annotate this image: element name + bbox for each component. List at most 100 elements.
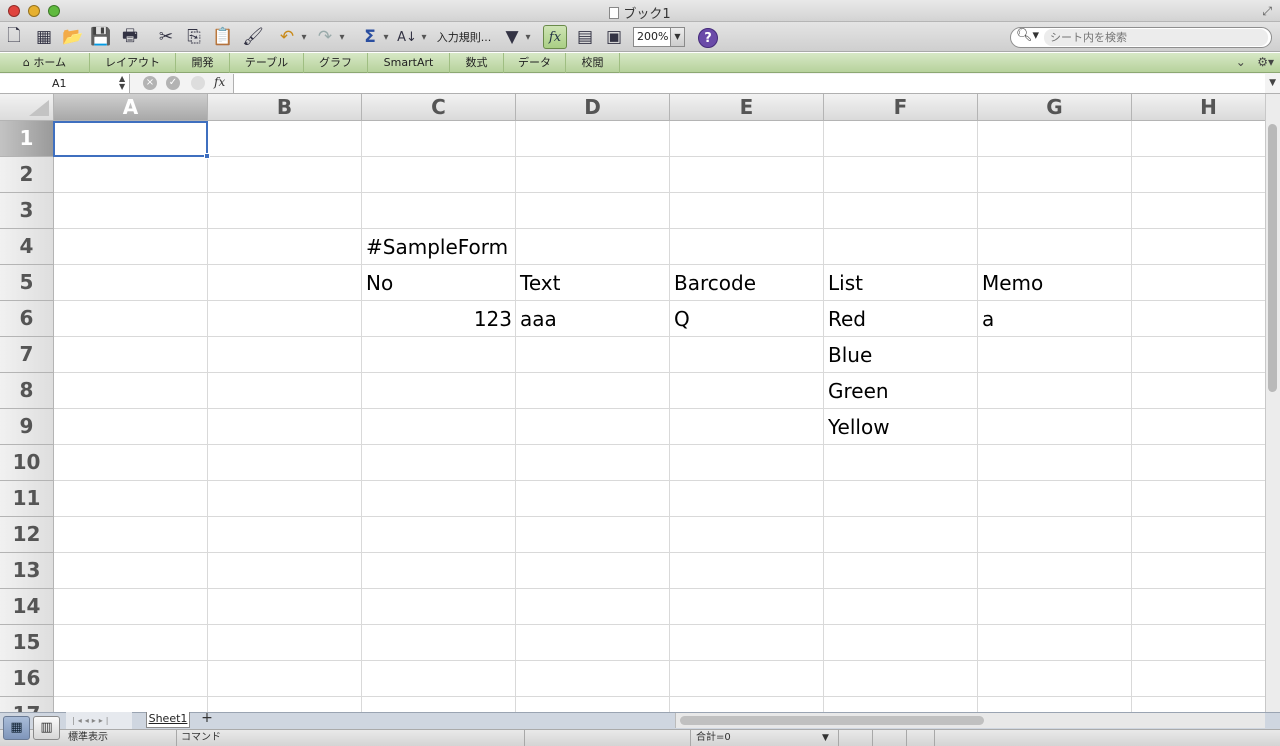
cell-e5[interactable]: Barcode — [670, 265, 760, 300]
column-header-h[interactable]: H — [1132, 94, 1265, 121]
autosum-icon[interactable]: Σ — [360, 25, 380, 49]
sort-icon[interactable]: A↓ — [396, 25, 418, 49]
fill-handle[interactable] — [204, 153, 210, 159]
select-all-button[interactable] — [0, 94, 54, 121]
row-header-7[interactable]: 7 — [0, 337, 54, 373]
redo-dropdown-icon[interactable]: ▾ — [338, 25, 346, 49]
row-header-15[interactable]: 15 — [0, 625, 54, 661]
formula-dropdown-icon[interactable] — [191, 76, 205, 90]
cell-f9[interactable]: Yellow — [824, 409, 894, 444]
cell-e6[interactable]: Q — [670, 301, 694, 336]
cell-g5[interactable]: Memo — [978, 265, 1047, 300]
sum-label[interactable]: 合計=0 — [696, 730, 731, 746]
row-header-17[interactable]: 17 — [0, 697, 54, 712]
copy-icon[interactable]: ⎘ — [183, 25, 205, 49]
formula-expand-icon[interactable]: ▼ — [1269, 78, 1276, 88]
insert-function-button[interactable]: fx — [214, 75, 225, 89]
tab-review[interactable]: 校閲 — [566, 53, 620, 73]
search-icon[interactable]: 🔍︎▾ — [1016, 28, 1039, 43]
cell-f7[interactable]: Blue — [824, 337, 876, 372]
name-box[interactable]: A1 — [0, 74, 130, 93]
column-header-d[interactable]: D — [516, 94, 670, 121]
gear-dropdown-icon[interactable]: ▾ — [1268, 55, 1274, 69]
column-header-a[interactable]: A — [54, 94, 208, 121]
cell-d6[interactable]: aaa — [516, 301, 561, 336]
confirm-entry-icon[interactable]: ✓ — [166, 76, 180, 90]
print-icon[interactable]: 🖶 — [118, 25, 142, 49]
undo-dropdown-icon[interactable]: ▾ — [300, 25, 308, 49]
column-header-c[interactable]: C — [362, 94, 516, 121]
normal-view-button[interactable]: ▦ — [3, 716, 30, 740]
add-sheet-button[interactable]: + — [198, 711, 216, 727]
worksheet-grid[interactable]: A B C D E F G H 1 2 3 4 5 6 7 8 9 10 11 … — [0, 94, 1265, 712]
name-box-stepper-icon[interactable]: ▲ ▼ — [119, 75, 125, 91]
cell-c6[interactable]: 123 — [362, 301, 516, 336]
autosum-dropdown-icon[interactable]: ▾ — [382, 25, 390, 49]
redo-icon[interactable]: ↷ — [314, 25, 336, 49]
cell-d5[interactable]: Text — [516, 265, 564, 300]
tab-developer[interactable]: 開発 — [176, 53, 230, 73]
toolbox-icon[interactable]: ▤ — [574, 25, 596, 49]
row-header-12[interactable]: 12 — [0, 517, 54, 553]
open-icon[interactable]: 📂 — [61, 25, 85, 49]
filter-dropdown-icon[interactable]: ▾ — [524, 25, 532, 49]
tab-tables[interactable]: テーブル — [230, 53, 304, 73]
templates-icon[interactable]: ▦ — [32, 25, 56, 49]
cell-f5[interactable]: List — [824, 265, 867, 300]
sheet-tab-sheet1[interactable]: Sheet1 — [146, 712, 190, 728]
cell-c4[interactable]: #SampleForm — [362, 229, 512, 264]
data-validation-button[interactable]: 入力規則... — [434, 25, 494, 49]
cell-c5[interactable]: No — [362, 265, 397, 300]
column-header-f[interactable]: F — [824, 94, 978, 121]
tab-layout[interactable]: レイアウト — [90, 53, 176, 73]
sort-dropdown-icon[interactable]: ▾ — [420, 25, 428, 49]
help-button[interactable]: ? — [698, 28, 718, 48]
cell-f8[interactable]: Green — [824, 373, 893, 408]
formula-builder-button[interactable]: fx — [543, 25, 567, 49]
zoom-dropdown-icon[interactable]: ▼ — [670, 28, 684, 46]
row-header-6[interactable]: 6 — [0, 301, 54, 337]
row-header-5[interactable]: 5 — [0, 265, 54, 301]
filter-icon[interactable]: ▼ — [502, 25, 522, 49]
row-header-4[interactable]: 4 — [0, 229, 54, 265]
formula-input[interactable] — [233, 74, 1265, 93]
active-cell-a1[interactable] — [53, 121, 208, 157]
page-layout-view-button[interactable]: ▥ — [33, 716, 60, 740]
tab-smartart[interactable]: SmartArt — [368, 53, 450, 73]
format-painter-icon[interactable]: 🖌 — [241, 25, 265, 49]
column-header-g[interactable]: G — [978, 94, 1132, 121]
row-header-3[interactable]: 3 — [0, 193, 54, 229]
cut-icon[interactable]: ✂ — [154, 25, 178, 49]
media-browser-icon[interactable]: ▣ — [602, 25, 626, 49]
new-workbook-icon[interactable]: 🗋 — [4, 25, 24, 49]
tab-home[interactable]: ⌂ ホーム — [0, 53, 90, 73]
row-header-14[interactable]: 14 — [0, 589, 54, 625]
row-header-16[interactable]: 16 — [0, 661, 54, 697]
tab-data[interactable]: データ — [504, 53, 566, 73]
tab-charts[interactable]: グラフ — [304, 53, 368, 73]
ribbon-collapse-icon[interactable]: ⌄ — [1236, 55, 1246, 69]
row-header-13[interactable]: 13 — [0, 553, 54, 589]
save-icon[interactable]: 💾 — [90, 25, 112, 49]
gear-icon[interactable]: ⚙ — [1257, 55, 1268, 69]
row-header-2[interactable]: 2 — [0, 157, 54, 193]
row-header-10[interactable]: 10 — [0, 445, 54, 481]
search-input[interactable] — [1044, 29, 1268, 46]
row-header-9[interactable]: 9 — [0, 409, 54, 445]
row-header-1[interactable]: 1 — [0, 121, 54, 157]
cell-g6[interactable]: a — [978, 301, 998, 336]
cancel-entry-icon[interactable]: × — [143, 76, 157, 90]
row-header-8[interactable]: 8 — [0, 373, 54, 409]
column-header-b[interactable]: B — [208, 94, 362, 121]
vertical-scroll-thumb[interactable] — [1268, 124, 1277, 392]
fullscreen-icon[interactable]: ⤢ — [1262, 4, 1272, 19]
sum-dropdown-icon[interactable]: ▼ — [822, 730, 829, 746]
tab-formulas[interactable]: 数式 — [450, 53, 504, 73]
column-header-e[interactable]: E — [670, 94, 824, 121]
horizontal-scroll-thumb[interactable] — [680, 716, 984, 725]
row-header-11[interactable]: 11 — [0, 481, 54, 517]
paste-icon[interactable]: 📋 — [212, 25, 234, 49]
sheet-navigation-arrows[interactable]: |◂◂▸▸| — [66, 712, 132, 729]
undo-icon[interactable]: ↶ — [276, 25, 298, 49]
cell-f6[interactable]: Red — [824, 301, 870, 336]
